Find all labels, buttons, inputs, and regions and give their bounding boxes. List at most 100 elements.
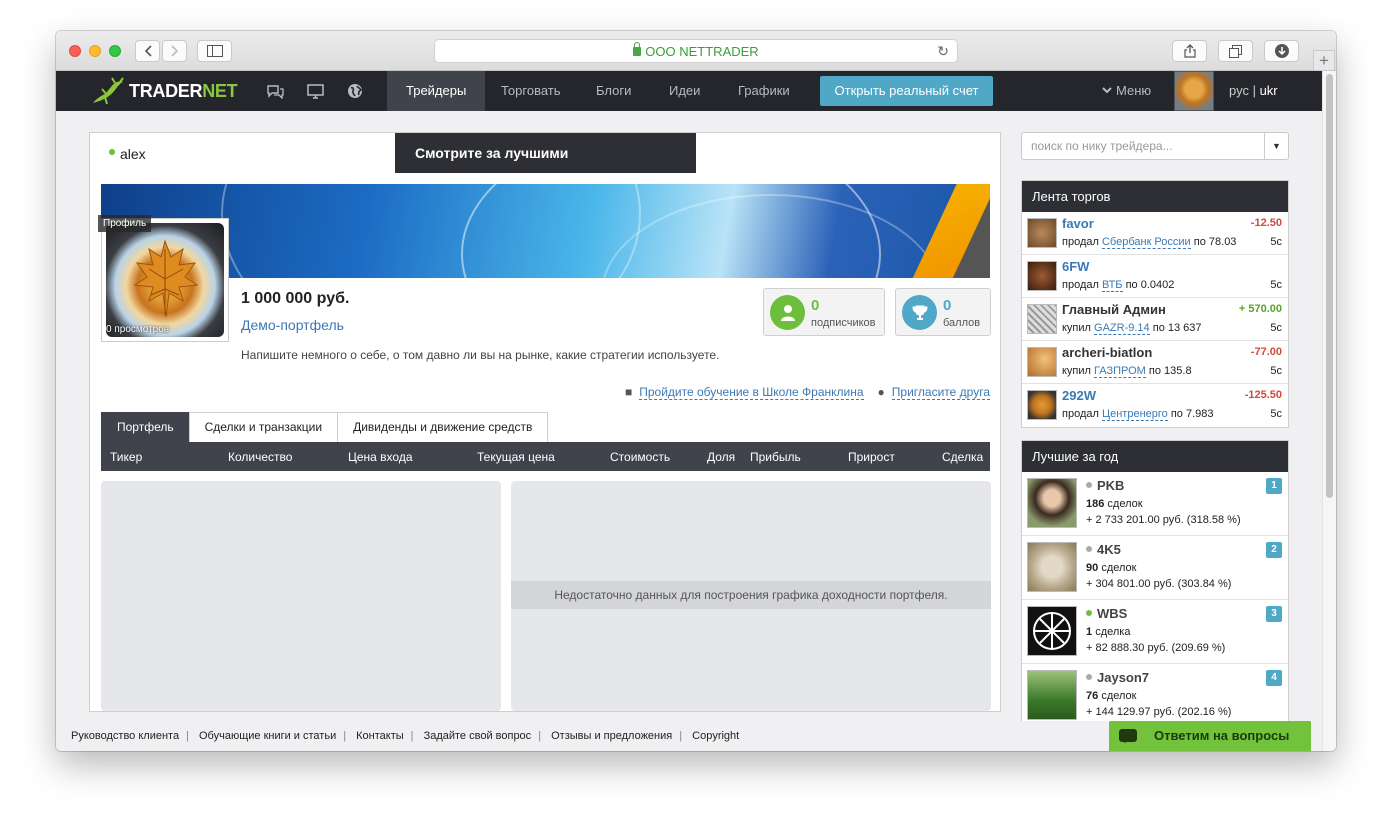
page-scrollbar[interactable] — [1322, 71, 1336, 751]
new-tab-button[interactable]: + — [1313, 50, 1335, 71]
nav-traders[interactable]: Трейдеры — [387, 71, 486, 111]
zoom-window-button[interactable] — [109, 45, 121, 57]
col-entry-price[interactable]: Цена входа — [348, 450, 413, 464]
trade-ticker[interactable]: ВТБ — [1101, 279, 1123, 292]
profile-links: ■ Пройдите обучение в Школе Франклина ● Пр… — [625, 385, 990, 400]
trader-search-input[interactable]: поиск по нику трейдера... — [1031, 139, 1173, 153]
trader-avatar[interactable] — [1027, 542, 1077, 592]
trade-ticker[interactable]: ГАЗПРОМ — [1094, 365, 1146, 378]
trade-feed-item[interactable]: archeri-biatlon -77.00 купил ГАЗПРОМ по … — [1022, 341, 1288, 384]
trader-avatar[interactable] — [1027, 606, 1077, 656]
trade-feed-item[interactable]: Главный Админ + 570.00 купил GAZR-9.14 п… — [1022, 298, 1288, 341]
reload-icon[interactable]: ↻ — [937, 43, 949, 60]
school-link-text[interactable]: Пройдите обучение в Школе Франклина — [639, 385, 864, 400]
col-growth[interactable]: Прирост — [848, 450, 895, 464]
downloads-button[interactable] — [1264, 40, 1299, 62]
trader-name[interactable]: PKB — [1086, 478, 1124, 493]
trader-name[interactable]: archeri-biatlon — [1062, 345, 1152, 360]
trade-feed-item[interactable]: 6FW продал ВТБ по 0.0402 5с — [1022, 255, 1288, 298]
watch-best-banner[interactable]: Смотрите за лучшими — [395, 133, 696, 173]
lang-ukr[interactable]: ukr — [1260, 83, 1278, 98]
sidebar-toggle-button[interactable] — [197, 40, 232, 62]
menu-toggle[interactable]: Меню — [1102, 71, 1151, 111]
profile-avatar[interactable]: 0 просмотров Профиль — [98, 215, 229, 342]
no-data-message: Недостаточно данных для построения графи… — [511, 581, 991, 609]
lock-icon — [633, 41, 642, 56]
points-stat[interactable]: 0 баллов — [895, 288, 991, 336]
trader-avatar[interactable] — [1027, 218, 1057, 248]
trader-avatar[interactable] — [1027, 347, 1057, 377]
trade-feed-title: Лента торгов — [1022, 181, 1288, 212]
trader-search[interactable]: поиск по нику трейдера... ▼ — [1021, 132, 1289, 160]
nav-ideas[interactable]: Идеи new — [669, 71, 700, 111]
globe-icon[interactable] — [346, 82, 364, 100]
chat-icon[interactable] — [266, 82, 284, 100]
footer-link-contacts[interactable]: Контакты — [356, 730, 404, 742]
footer-link-guide[interactable]: Руководство клиента — [71, 730, 179, 742]
footer-link-feedback[interactable]: Отзывы и предложения — [551, 730, 672, 742]
trader-name[interactable]: 4K5 — [1086, 542, 1121, 557]
best-trader-item[interactable]: WBS 1 сделка + 82 888.30 руб. (209.69 %)… — [1022, 600, 1288, 664]
lang-ru[interactable]: рус — [1229, 83, 1249, 98]
trader-name[interactable]: WBS — [1086, 606, 1127, 621]
back-button[interactable] — [135, 40, 160, 62]
subscribers-stat[interactable]: 0 подписчиков — [763, 288, 885, 336]
trade-ticker[interactable]: Центренерго — [1101, 408, 1168, 421]
col-value[interactable]: Стоимость — [610, 450, 670, 464]
site-logo[interactable]: TRADER NET — [89, 76, 238, 106]
best-trader-item[interactable]: Jayson7 76 сделок + 144 129.97 руб. (202… — [1022, 664, 1288, 728]
trade-ticker[interactable]: Сбербанк России — [1101, 236, 1191, 249]
trader-avatar[interactable] — [1027, 478, 1077, 528]
close-window-button[interactable] — [69, 45, 81, 57]
invite-link[interactable]: ● Пригласите друга — [878, 385, 990, 400]
col-deal[interactable]: Сделка — [942, 450, 983, 464]
minimize-window-button[interactable] — [89, 45, 101, 57]
best-trader-item[interactable]: 4K5 90 сделок + 304 801.00 руб. (303.84 … — [1022, 536, 1288, 600]
trader-name[interactable]: 6FW — [1062, 259, 1089, 274]
open-account-button[interactable]: Открыть реальный счет — [820, 76, 993, 106]
trade-ticker[interactable]: GAZR-9.14 — [1094, 322, 1150, 335]
download-icon — [1274, 44, 1289, 58]
trader-avatar[interactable] — [1027, 670, 1077, 720]
col-current-price[interactable]: Текущая цена — [477, 450, 555, 464]
trade-feed-item[interactable]: 292W -125.50 продал Центренерго по 7.983… — [1022, 384, 1288, 427]
tabs-overview-button[interactable] — [1218, 40, 1253, 62]
trader-avatar[interactable] — [1027, 261, 1057, 291]
search-dropdown-toggle[interactable]: ▼ — [1264, 133, 1288, 159]
col-share[interactable]: Доля — [707, 450, 735, 464]
nav-charts[interactable]: Графики — [738, 71, 790, 111]
nav-trade[interactable]: Торговать — [501, 71, 561, 111]
share-button[interactable] — [1172, 40, 1207, 62]
scrollbar-thumb[interactable] — [1326, 74, 1333, 498]
points-count: 0 — [943, 297, 952, 314]
footer-link-copyright[interactable]: Copyright — [692, 730, 739, 742]
col-profit[interactable]: Прибыль — [750, 450, 801, 464]
invite-link-text[interactable]: Пригласите друга — [891, 385, 990, 400]
tab-dividends[interactable]: Дивиденды и движение средств — [337, 412, 549, 442]
points-label: баллов — [943, 317, 981, 329]
trader-name[interactable]: Jayson7 — [1086, 670, 1149, 685]
trader-avatar[interactable] — [1027, 304, 1057, 334]
trader-avatar[interactable] — [1027, 390, 1057, 420]
tab-portfolio[interactable]: Портфель — [101, 412, 190, 442]
chat-support-button[interactable]: Ответим на вопросы — [1109, 721, 1311, 751]
portfolio-type-link[interactable]: Демо-портфель — [241, 317, 344, 333]
user-avatar[interactable] — [1174, 71, 1214, 111]
col-quantity[interactable]: Количество — [228, 450, 292, 464]
trader-name[interactable]: 292W — [1062, 388, 1096, 403]
trader-name[interactable]: Главный Админ — [1062, 302, 1166, 317]
forward-button[interactable] — [162, 40, 187, 62]
best-of-year-title: Лучшие за год — [1022, 441, 1288, 472]
col-ticker[interactable]: Тикер — [110, 450, 142, 464]
monitor-icon[interactable] — [306, 82, 324, 100]
nav-blogs[interactable]: Блоги — [596, 71, 631, 111]
best-trader-item[interactable]: PKB 186 сделок + 2 733 201.00 руб. (318.… — [1022, 472, 1288, 536]
address-bar[interactable]: ООО NETTRADER ↻ — [434, 39, 958, 63]
tab-deals[interactable]: Сделки и транзакции — [188, 412, 339, 442]
school-link[interactable]: ■ Пройдите обучение в Школе Франклина — [625, 385, 864, 400]
trader-name[interactable]: favor — [1062, 216, 1094, 231]
nav-ideas-label: Идеи — [669, 83, 701, 98]
footer-link-ask[interactable]: Задайте свой вопрос — [424, 730, 532, 742]
trade-feed-item[interactable]: favor -12.50 продал Сбербанк России по 7… — [1022, 212, 1288, 255]
footer-link-books[interactable]: Обучающие книги и статьи — [199, 730, 336, 742]
